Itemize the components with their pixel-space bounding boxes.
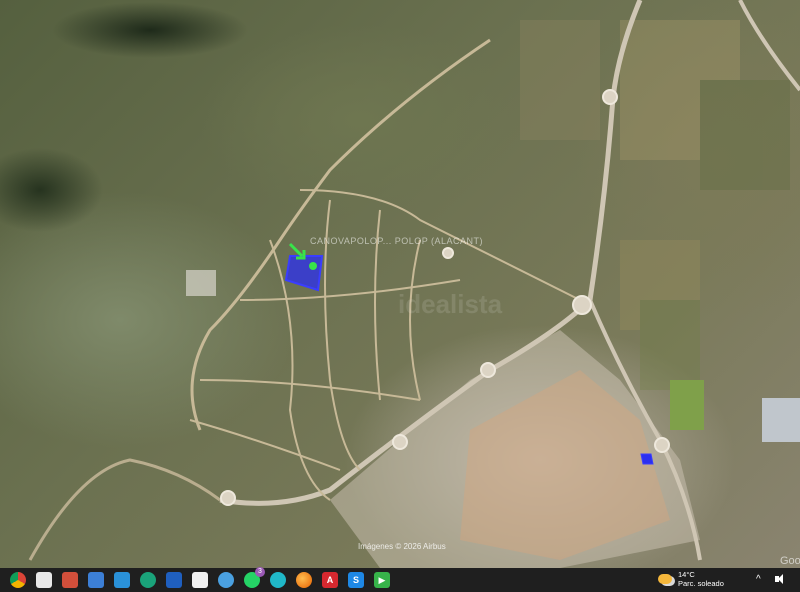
s-app-icon[interactable]: S	[348, 572, 364, 588]
firefox-icon[interactable]	[296, 572, 312, 588]
whatsapp-icon[interactable]: 3	[244, 567, 265, 588]
folder-icon[interactable]	[166, 572, 182, 588]
google-logo: Google	[780, 555, 800, 567]
water-tank	[186, 270, 216, 296]
explorer-file-icon[interactable]	[36, 572, 52, 588]
edge-icon[interactable]	[140, 572, 156, 588]
industrial-building	[762, 398, 800, 442]
notepad-icon[interactable]	[192, 572, 208, 588]
whatsapp-badge: 3	[255, 567, 265, 577]
weather-temp: 14°C	[678, 570, 695, 579]
chevron-up-icon[interactable]: ^	[756, 574, 761, 585]
speaker-icon[interactable]	[774, 573, 786, 585]
partly-sunny-icon	[658, 574, 672, 584]
onedrive-icon[interactable]	[270, 572, 286, 588]
weather-condition: Parc. soleado	[678, 579, 724, 588]
parcel-star-icon	[309, 262, 317, 270]
sports-field	[670, 380, 704, 430]
map-overlay	[28, 0, 800, 568]
gallery-icon[interactable]	[62, 572, 78, 588]
parcel-label: CANOVAPOLOP... POLOP (ALACANT)	[310, 236, 484, 246]
browser-icon[interactable]	[218, 572, 234, 588]
imagery-copyright: Imágenes © 2026 Airbus	[358, 542, 446, 551]
watermark: idealista	[398, 289, 503, 319]
sticky-app-icon[interactable]: ▶	[374, 572, 390, 588]
app-icon[interactable]	[88, 572, 104, 588]
secondary-parcel[interactable]	[640, 453, 654, 465]
photos-icon[interactable]	[114, 572, 130, 588]
weather-widget[interactable]: 14°C Parc. soleado	[658, 570, 724, 588]
selected-parcel[interactable]	[284, 255, 324, 292]
acrobat-icon[interactable]: A	[322, 572, 338, 588]
chrome-icon[interactable]	[10, 572, 26, 588]
satellite-map-view[interactable]: CANOVAPOLOP... POLOP (ALACANT) idealista…	[0, 0, 800, 568]
